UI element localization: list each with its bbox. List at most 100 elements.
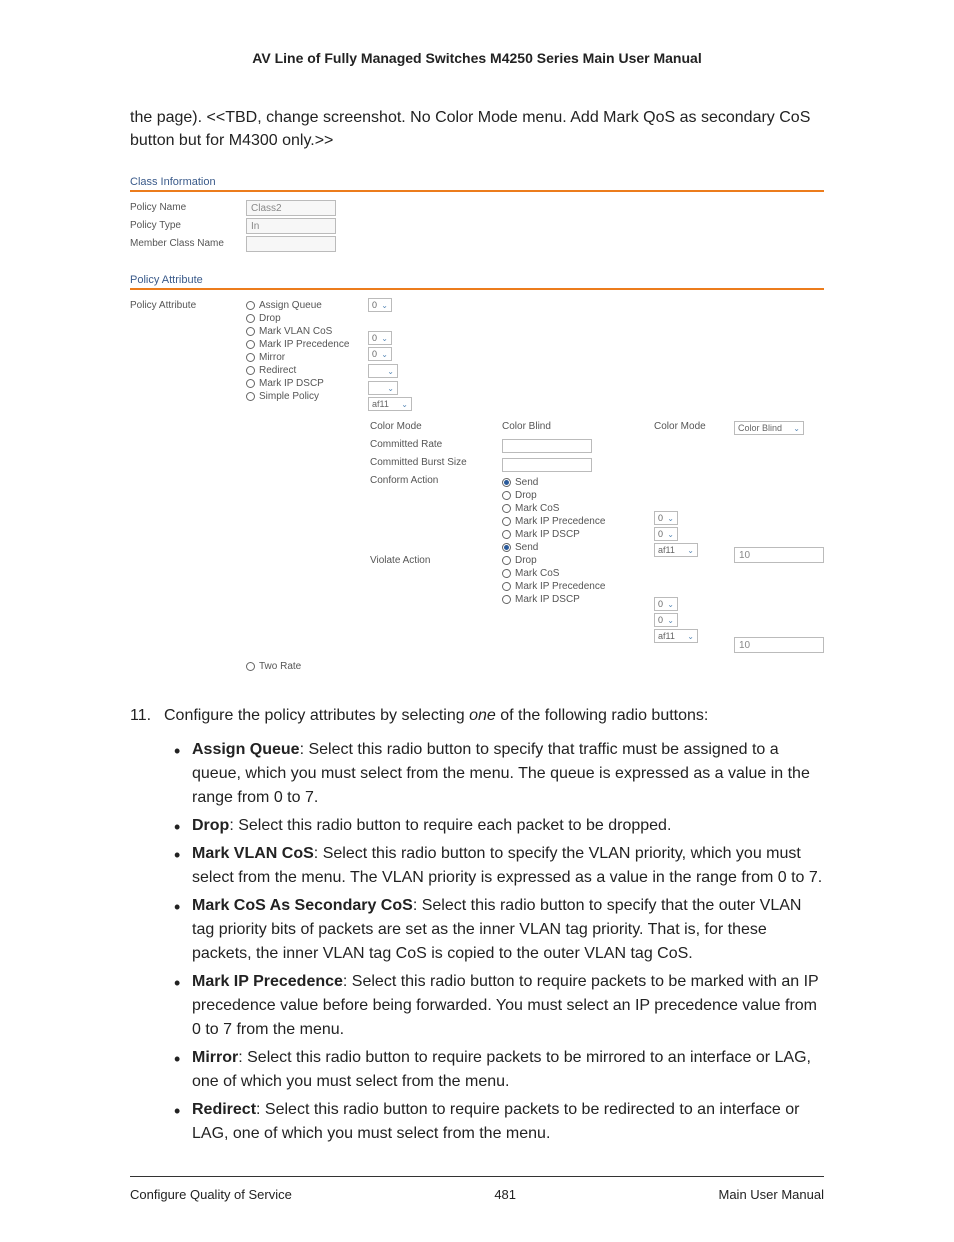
chevron-down-icon: ⌄ [381, 301, 388, 310]
violate-mark-cos[interactable]: Mark CoS [502, 568, 614, 579]
committed-burst-input[interactable] [502, 458, 592, 472]
step-text: Configure the policy attributes by selec… [164, 704, 708, 728]
opt-label: Simple Policy [259, 391, 319, 402]
bullet-text: : Select this radio button to require pa… [192, 1049, 811, 1090]
conform-cos-select[interactable]: 0⌄ [654, 511, 678, 525]
color-mode-label: Color Mode [370, 421, 482, 437]
document-header: AV Line of Fully Managed Switches M4250 … [130, 50, 824, 66]
opt-label: Mark VLAN CoS [259, 326, 332, 337]
opt-label: Drop [515, 555, 537, 566]
mirror-select[interactable]: ⌄ [368, 364, 398, 378]
conform-mark-cos[interactable]: Mark CoS [502, 503, 614, 514]
opt-label: Mark IP Precedence [515, 581, 605, 592]
radio-assign-queue[interactable]: Assign Queue [246, 300, 366, 311]
violate-send[interactable]: Send [502, 542, 614, 553]
radio-mark-ip-dscp[interactable]: Mark IP DSCP [246, 378, 366, 389]
conform-drop[interactable]: Drop [502, 490, 614, 501]
chevron-down-icon: ⌄ [667, 616, 674, 625]
violate-mark-ip-prec[interactable]: Mark IP Precedence [502, 581, 614, 592]
member-class-input[interactable] [246, 236, 336, 252]
color-mode-select[interactable]: Color Blind ⌄ [734, 421, 804, 435]
chevron-down-icon: ⌄ [387, 367, 394, 376]
conform-mark-ip-dscp[interactable]: Mark IP DSCP [502, 529, 614, 540]
vlan-cos-select[interactable]: 0⌄ [368, 331, 392, 345]
conform-action-label: Conform Action [370, 475, 482, 491]
violate-cos-select[interactable]: 0⌄ [654, 597, 678, 611]
opt-label: Drop [259, 313, 281, 324]
dd-value: af11 [658, 631, 675, 641]
conform-prec-select[interactable]: 0⌄ [654, 527, 678, 541]
violate-prec-select[interactable]: 0⌄ [654, 613, 678, 627]
radio-mirror[interactable]: Mirror [246, 352, 366, 363]
member-class-label: Member Class Name [130, 236, 240, 249]
assign-queue-select[interactable]: 0⌄ [368, 298, 392, 312]
dd-value: 0 [658, 599, 663, 609]
footer-divider [130, 1176, 824, 1177]
committed-rate-input[interactable] [502, 439, 592, 453]
section-class-info: Class Information [130, 176, 824, 188]
committed-burst-label: Committed Burst Size [370, 457, 482, 473]
chevron-down-icon: ⌄ [667, 514, 674, 523]
policy-name-label: Policy Name [130, 200, 240, 213]
conform-dscp-val[interactable]: 10 [734, 547, 824, 563]
dd-value: 0 [372, 300, 377, 310]
bullet-bold: Redirect [192, 1101, 256, 1118]
violate-mark-ip-dscp[interactable]: Mark IP DSCP [502, 594, 614, 605]
opt-label: Mark IP Precedence [515, 516, 605, 527]
bullet-mark-cos-secondary: Mark CoS As Secondary CoS: Select this r… [170, 894, 824, 966]
chevron-down-icon: ⌄ [387, 384, 394, 393]
bullet-list: Assign Queue : Select this radio button t… [170, 738, 824, 1146]
radio-mark-ip-precedence[interactable]: Mark IP Precedence [246, 339, 366, 350]
bullet-bold: Assign Queue [192, 741, 300, 758]
color-blind-label: Color Blind [502, 421, 614, 437]
policy-name-input[interactable]: Class2 [246, 200, 336, 216]
conform-mark-ip-prec[interactable]: Mark IP Precedence [502, 516, 614, 527]
radio-drop[interactable]: Drop [246, 313, 366, 324]
violate-drop[interactable]: Drop [502, 555, 614, 566]
bullet-redirect: Redirect: Select this radio button to re… [170, 1098, 824, 1146]
chevron-down-icon: ⌄ [381, 334, 388, 343]
violate-action-label: Violate Action [370, 555, 482, 571]
chevron-down-icon: ⌄ [667, 600, 674, 609]
conform-dscp-select[interactable]: af11⌄ [654, 543, 698, 557]
config-screenshot: Class Information Policy Name Class2 Pol… [130, 176, 824, 674]
radio-two-rate[interactable]: Two Rate [246, 661, 301, 672]
bullet-drop: Drop: Select this radio button to requir… [170, 814, 824, 838]
dd-value: 0 [372, 349, 377, 359]
violate-dscp-val[interactable]: 10 [734, 637, 824, 653]
bullet-bold: Mark VLAN CoS [192, 845, 314, 862]
chevron-down-icon: ⌄ [667, 530, 674, 539]
dd-value: Color Blind [738, 423, 782, 433]
bullet-text: : Select this radio button to require pa… [192, 1101, 799, 1142]
step-suffix: of the following radio buttons: [496, 707, 709, 724]
step-prefix: Configure the policy attributes by selec… [164, 707, 469, 724]
chevron-down-icon: ⌄ [793, 424, 800, 433]
opt-label: Mirror [259, 352, 285, 363]
radio-simple-policy[interactable]: Simple Policy [246, 391, 366, 402]
bullet-mark-ip-precedence: Mark IP Precedence: Select this radio bu… [170, 970, 824, 1042]
step-number: 11. [130, 704, 156, 728]
step-11: 11. Configure the policy attributes by s… [130, 704, 824, 728]
bullet-mirror: Mirror: Select this radio button to requ… [170, 1046, 824, 1094]
dd-value: 0 [658, 513, 663, 523]
opt-label: Mark CoS [515, 568, 559, 579]
bullet-assign-queue: Assign Queue: Select this radio button t… [170, 738, 824, 810]
dd-value: 0 [372, 333, 377, 343]
opt-label: Mark IP DSCP [259, 378, 324, 389]
radio-mark-vlan-cos[interactable]: Mark VLAN CoS [246, 326, 366, 337]
ip-dscp-select[interactable]: af11⌄ [368, 397, 412, 411]
bullet-bold: Mark IP Precedence [192, 973, 343, 990]
radio-redirect[interactable]: Redirect [246, 365, 366, 376]
opt-label: Mark CoS [515, 503, 559, 514]
conform-send[interactable]: Send [502, 477, 614, 488]
color-mode-label-2: Color Mode [654, 421, 714, 437]
footer-right: Main User Manual [719, 1187, 825, 1202]
redirect-select[interactable]: ⌄ [368, 381, 398, 395]
committed-rate-label: Committed Rate [370, 439, 482, 455]
ip-prec-select[interactable]: 0⌄ [368, 347, 392, 361]
bullet-mark-vlan-cos: Mark VLAN CoS: Select this radio button … [170, 842, 824, 890]
policy-type-input[interactable]: In [246, 218, 336, 234]
violate-dscp-select[interactable]: af11⌄ [654, 629, 698, 643]
opt-label: Send [515, 542, 538, 553]
chevron-down-icon: ⌄ [381, 350, 388, 359]
